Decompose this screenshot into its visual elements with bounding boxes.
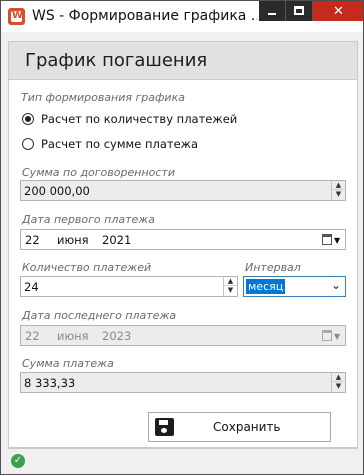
contract-sum-field[interactable]: 200 000,00 ▲ ▼ <box>20 180 346 201</box>
date-year[interactable]: 2021 <box>102 233 131 247</box>
app-window: W WS - Формирование графика ... ✕ График… <box>0 0 364 475</box>
app-icon: W <box>8 8 25 25</box>
chevron-down-icon: ▼ <box>334 236 341 245</box>
calendar-dropdown-button: ▼ <box>322 330 342 342</box>
payment-amount-stepper[interactable]: ▲ ▼ <box>331 373 345 392</box>
window-controls: ✕ <box>259 1 363 21</box>
first-date-picker[interactable]: 22 июня 2021 ▼ <box>20 229 346 250</box>
contract-sum-value: 200 000,00 <box>24 184 90 198</box>
date-year: 2023 <box>102 329 132 343</box>
save-button[interactable]: Сохранить <box>148 412 331 442</box>
divider <box>8 448 358 449</box>
payment-amount-label: Сумма платежа <box>22 357 114 370</box>
payments-count-label: Количество платежей <box>22 261 152 274</box>
chevron-up-icon[interactable]: ▲ <box>224 277 237 286</box>
payments-count-stepper[interactable]: ▲ ▼ <box>223 277 237 296</box>
chevron-down-icon: ⌄ <box>330 278 341 292</box>
save-button-label: Сохранить <box>213 420 281 434</box>
last-date-value: 22 июня 2023 <box>25 329 131 343</box>
radio-by-count[interactable]: Расчет по количеству платежей <box>22 112 237 126</box>
last-date-label: Дата последнего платежа <box>22 309 177 322</box>
date-day: 22 <box>25 329 40 343</box>
first-date-label: Дата первого платежа <box>22 213 155 226</box>
payments-count-field[interactable]: 24 ▲ ▼ <box>20 276 238 297</box>
close-button[interactable]: ✕ <box>312 1 363 21</box>
radio-label: Расчет по сумме платежа <box>41 137 199 151</box>
form-panel: Тип формирования графика Расчет по колич… <box>8 80 358 448</box>
contract-sum-label: Сумма по договоренности <box>22 166 175 179</box>
last-date-picker: 22 июня 2023 ▼ <box>20 325 346 346</box>
mode-group-label: Тип формирования графика <box>21 91 185 104</box>
minimize-button[interactable] <box>259 1 285 21</box>
status-bar: ✓ <box>1 450 363 474</box>
interval-select[interactable]: месяц ⌄ <box>243 276 346 297</box>
contract-sum-stepper[interactable]: ▲ ▼ <box>331 181 345 200</box>
chevron-down-icon: ▼ <box>334 332 341 341</box>
check-icon: ✓ <box>11 454 25 468</box>
first-date-value: 22 июня 2021 <box>25 233 131 247</box>
close-icon: ✕ <box>333 4 344 19</box>
radio-button-checked[interactable] <box>22 113 34 125</box>
calendar-icon <box>322 330 332 341</box>
payments-count-value: 24 <box>24 280 39 294</box>
interval-selected-value: месяц <box>246 279 286 294</box>
date-month: июня <box>57 329 89 343</box>
radio-by-amount[interactable]: Расчет по сумме платежа <box>22 137 198 151</box>
date-month[interactable]: июня <box>57 233 102 247</box>
title-bar: W WS - Формирование графика ... ✕ <box>1 1 363 32</box>
radio-button[interactable] <box>22 138 34 150</box>
date-day[interactable]: 22 <box>25 233 57 247</box>
payment-amount-field[interactable]: 8 333,33 ▲ ▼ <box>20 372 346 393</box>
chevron-down-icon[interactable]: ▼ <box>224 286 237 295</box>
minimize-icon <box>268 13 276 15</box>
chevron-up-icon[interactable]: ▲ <box>332 373 345 382</box>
header-panel: График погашения <box>8 41 358 80</box>
floppy-disk-icon <box>155 418 174 436</box>
chevron-down-icon[interactable]: ▼ <box>332 382 345 391</box>
window-title: WS - Формирование графика ... <box>32 8 257 24</box>
chevron-down-icon[interactable]: ▼ <box>332 190 345 199</box>
calendar-icon <box>322 234 332 245</box>
interval-label: Интервал <box>245 261 301 274</box>
chevron-up-icon[interactable]: ▲ <box>332 181 345 190</box>
payment-amount-value: 8 333,33 <box>24 376 76 390</box>
page-title: График погашения <box>25 50 208 71</box>
maximize-icon <box>294 6 304 15</box>
maximize-button[interactable] <box>285 1 312 21</box>
radio-label: Расчет по количеству платежей <box>41 112 238 126</box>
calendar-dropdown-button[interactable]: ▼ <box>322 234 342 246</box>
